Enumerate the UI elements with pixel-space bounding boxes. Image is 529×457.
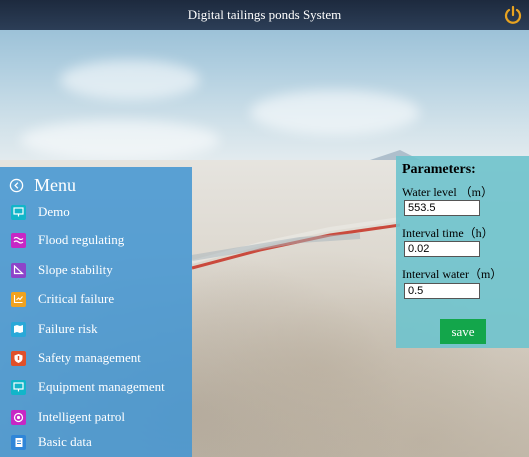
menu-item-label: Equipment management xyxy=(38,379,165,394)
menu-item-critical-failure[interactable]: Critical failure xyxy=(0,287,192,311)
water-level-input[interactable] xyxy=(404,200,480,216)
menu-item-basic-data[interactable]: Basic data xyxy=(0,430,192,454)
menu-item-label: Critical failure xyxy=(38,291,115,306)
menu-item-demo[interactable]: Demo xyxy=(0,200,192,224)
interval-time-input[interactable] xyxy=(404,241,480,257)
slope-icon xyxy=(11,262,26,278)
title-bar: Digital tailings ponds System xyxy=(0,0,529,30)
menu-item-label: Safety management xyxy=(38,350,141,365)
menu-item-failure-risk[interactable]: Failure risk xyxy=(0,317,192,341)
save-button[interactable]: save xyxy=(440,319,486,344)
menu-item-safety-management[interactable]: Safety management xyxy=(0,346,192,370)
power-icon[interactable] xyxy=(503,5,523,25)
menu-item-label: Demo xyxy=(38,204,70,219)
menu-title: Menu xyxy=(34,174,76,195)
monitor-icon xyxy=(11,204,26,220)
interval-water-input[interactable] xyxy=(404,283,480,299)
map-icon xyxy=(11,321,26,337)
patrol-icon xyxy=(11,409,26,425)
app-title: Digital tailings ponds System xyxy=(187,7,342,22)
menu-item-label: Flood regulating xyxy=(38,232,125,247)
menu-item-equipment-management[interactable]: Equipment management xyxy=(0,375,192,399)
menu-header: Menu xyxy=(9,174,76,196)
water-level-label: Water level （m） xyxy=(402,185,494,199)
menu-item-flood-regulating[interactable]: Flood regulating xyxy=(0,228,192,252)
menu-item-slope-stability[interactable]: Slope stability xyxy=(0,258,192,282)
side-menu: Menu Demo Flood regulating Slope stabili… xyxy=(0,167,192,457)
chart-icon xyxy=(11,291,26,307)
monitor-icon xyxy=(11,379,26,395)
menu-item-intelligent-patrol[interactable]: Intelligent patrol xyxy=(0,405,192,429)
parameters-title: Parameters: xyxy=(402,162,476,177)
wave-icon xyxy=(11,232,26,248)
menu-item-label: Basic data xyxy=(38,434,92,449)
interval-water-label: Interval water（m） xyxy=(402,267,503,281)
menu-item-label: Slope stability xyxy=(38,262,113,277)
shield-icon xyxy=(11,350,26,366)
menu-item-label: Intelligent patrol xyxy=(38,409,126,424)
document-icon xyxy=(11,434,26,450)
parameters-panel: Parameters: Water level （m） Interval tim… xyxy=(396,156,529,348)
menu-item-label: Failure risk xyxy=(38,321,98,336)
interval-time-label: Interval time（h） xyxy=(402,226,494,240)
circle-arrow-left-icon[interactable] xyxy=(9,178,24,193)
